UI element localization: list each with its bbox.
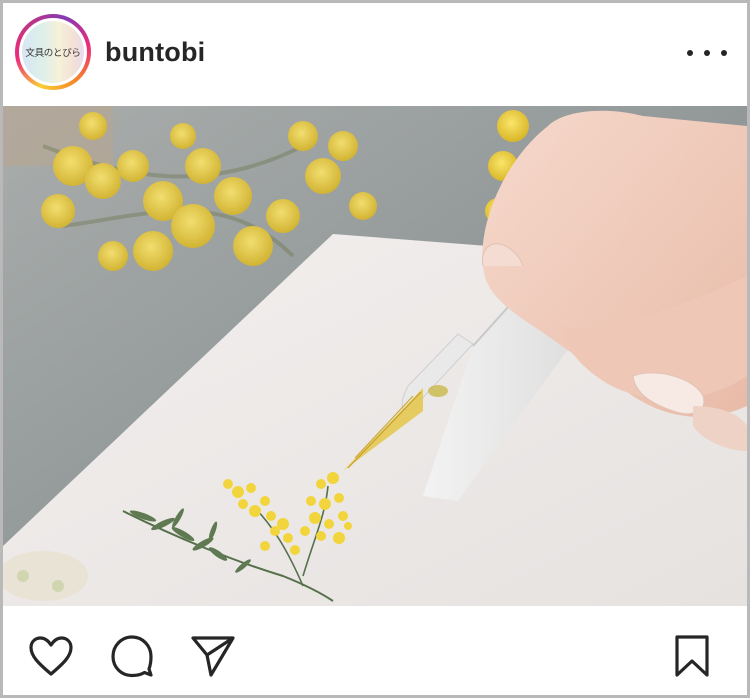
instagram-post: 文具のとびら buntobi — [0, 0, 750, 698]
save-button[interactable] — [668, 632, 716, 680]
bookmark-icon — [675, 635, 709, 677]
glass-dip-pen-photo — [3, 106, 747, 606]
story-ring[interactable]: 文具のとびら — [15, 14, 91, 90]
share-button[interactable] — [189, 632, 237, 680]
post-image[interactable] — [3, 106, 747, 606]
avatar-text: 文具のとびら — [25, 48, 81, 59]
heart-icon — [29, 636, 73, 676]
like-button[interactable] — [27, 632, 75, 680]
username-link[interactable]: buntobi — [105, 37, 205, 68]
comment-bubble-icon — [111, 635, 153, 678]
comment-button[interactable] — [108, 632, 156, 680]
paper-plane-icon — [191, 636, 235, 677]
post-header: 文具のとびら buntobi — [3, 3, 747, 106]
avatar[interactable]: 文具のとびら — [22, 21, 84, 83]
more-horizontal-icon — [687, 50, 693, 56]
post-actions — [3, 606, 747, 695]
more-options-button[interactable] — [687, 43, 727, 63]
